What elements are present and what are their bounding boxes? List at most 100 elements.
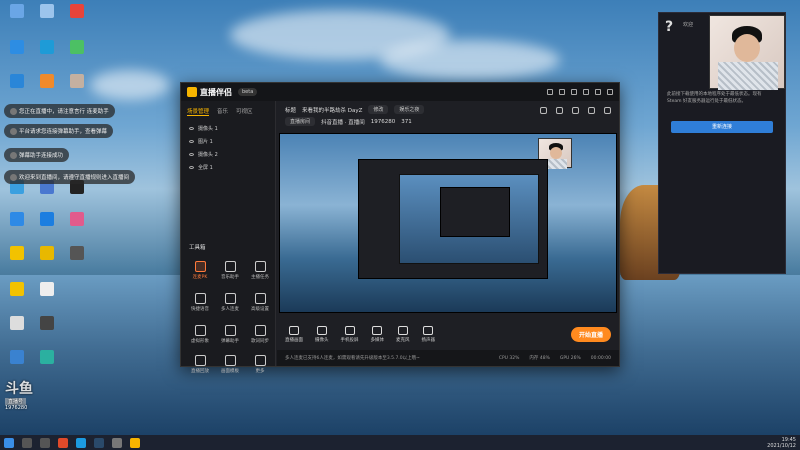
right-dialog: ? 欢迎 此前接下载使用的本地程序处于最低状态。现有 Steam 好友服务器运行… [658,12,786,274]
header-actions [540,107,611,114]
settings-icon[interactable] [547,89,553,95]
watermark-logo: 斗鱼 [5,381,33,397]
room-value: 抖音直播 · 直播间 [321,119,365,126]
eye-icon[interactable] [189,140,194,143]
avatar [10,108,17,115]
cloud [90,70,170,100]
tool-item[interactable]: 主播任务 [245,261,275,280]
danmaku-icon [224,325,236,336]
eye-icon[interactable] [189,127,194,130]
watermark-room: 1976280 [5,405,28,411]
microphone-button[interactable]: 麦克风 [396,325,410,343]
reconnect-button[interactable]: 重新连接 [671,121,773,133]
start-icon[interactable] [4,437,14,448]
desktop-icon[interactable] [32,40,62,56]
steam-icon[interactable] [94,437,104,448]
scene-item[interactable]: 图片 1 [181,135,275,148]
desktop-icon[interactable] [62,246,92,262]
tool-item[interactable]: 更多 [245,355,275,374]
scene-item[interactable]: 摄像头 2 [181,148,275,161]
dialog-title: 欢迎 [683,22,694,28]
camera-button[interactable]: 摄像头 [315,325,329,343]
app-logo: 直播伴侣 [187,87,232,98]
watermark: 斗鱼 直播号 1976280 [5,378,33,411]
tool-item[interactable]: 高级设置 [245,293,275,312]
version-badge: beta [238,88,258,96]
desktop-icon[interactable] [32,74,62,90]
phone-cast-button[interactable]: 手机投屏 [341,325,359,343]
desktop-icon[interactable] [62,74,92,90]
room-number: 1976280 [370,118,396,125]
speaker-button[interactable]: 扬声器 [422,325,435,343]
more-icon[interactable] [604,107,611,114]
share-icon[interactable] [572,107,579,114]
main-area: 标题 来看我的半路劫杀 DayZ 修改 娱乐之夜 直播房间 抖音直播 · 直播间… [277,101,619,366]
desktop-icon[interactable] [2,212,32,228]
tab-scenes[interactable]: 场景管理 [187,107,210,116]
desktop-icon[interactable] [2,350,32,366]
minimize-icon[interactable] [583,89,589,95]
bell-icon[interactable] [588,107,595,114]
tool-item[interactable]: 连麦PK [185,261,215,280]
maximize-icon[interactable] [595,89,601,95]
system-clock[interactable]: 19:45 2021/10/12 [767,437,796,449]
toolbox-title: 工具箱 [189,245,206,251]
menu-icon[interactable] [571,89,577,95]
desktop-icon[interactable] [32,4,62,20]
desktop-icon[interactable] [2,316,32,332]
tab-music[interactable]: 音乐 [217,107,228,116]
chat-bubble: 您正在直播中，请注意言行 连麦助手 [4,104,115,118]
chat-bubble: 弹幕助手连接成功 [4,148,70,162]
go-live-button[interactable]: 开始直播 [570,326,611,342]
streaming-app-taskbar-icon[interactable] [130,437,140,448]
stream-title: 来看我的半路劫杀 DayZ [302,107,363,114]
room-label: 直播房间 [285,117,316,126]
skin-icon[interactable] [559,89,565,95]
screen-button[interactable]: 直播画面 [285,325,303,343]
tool-item[interactable]: 弹幕助手 [215,325,245,344]
desktop-icon[interactable] [32,316,62,332]
lock-icon[interactable] [556,107,563,114]
tool-item[interactable]: 快捷语音 [185,293,215,312]
desktop-icon[interactable] [32,212,62,228]
replay-icon [194,355,206,366]
eye-icon[interactable] [189,153,194,156]
tab-visible[interactable]: 可视区 [236,107,253,116]
window-controls [547,89,613,95]
category-selector[interactable]: 娱乐之夜 [394,105,425,114]
tool-item[interactable]: 多人连麦 [215,293,245,312]
eye-icon[interactable] [189,166,194,169]
search-icon[interactable] [22,437,32,448]
desktop-icon[interactable] [2,4,32,20]
desktop-icon[interactable] [32,282,62,298]
music-icon [224,261,236,272]
gift-icon[interactable] [540,107,547,114]
tool-item[interactable]: 虚拟形象 [185,325,215,344]
desktop-icon[interactable] [2,40,32,56]
tool-item[interactable]: 歌词同步 [245,325,275,344]
tool-item[interactable]: 画面模板 [215,355,245,374]
tool-item[interactable]: 音乐助手 [215,261,245,280]
taskbar: 19:45 2021/10/12 [0,435,800,450]
desktop-icon[interactable] [2,282,32,298]
desktop-icon[interactable] [62,212,92,228]
desktop-icon[interactable] [2,246,32,262]
live-preview[interactable] [279,133,617,313]
room-row: 直播房间 抖音直播 · 直播间 1976280 371 [285,117,611,126]
desktop-icon[interactable] [62,4,92,20]
edge-icon[interactable] [76,437,86,448]
app-icon[interactable] [112,437,122,448]
scene-item[interactable]: 摄像头 1 [181,122,275,135]
desktop-icon[interactable] [32,350,62,366]
taskview-icon[interactable] [40,437,50,448]
desktop-icon[interactable] [32,246,62,262]
cloud [380,40,560,80]
edit-title-button[interactable]: 修改 [368,105,389,114]
desktop-icon[interactable] [62,40,92,56]
browser-icon[interactable] [58,437,68,448]
desktop-icon[interactable] [2,74,32,90]
close-icon[interactable] [607,89,613,95]
scene-item[interactable]: 全屏 1 [181,161,275,174]
tool-item[interactable]: 直播回放 [185,355,215,374]
media-button[interactable]: 多媒体 [371,325,384,343]
